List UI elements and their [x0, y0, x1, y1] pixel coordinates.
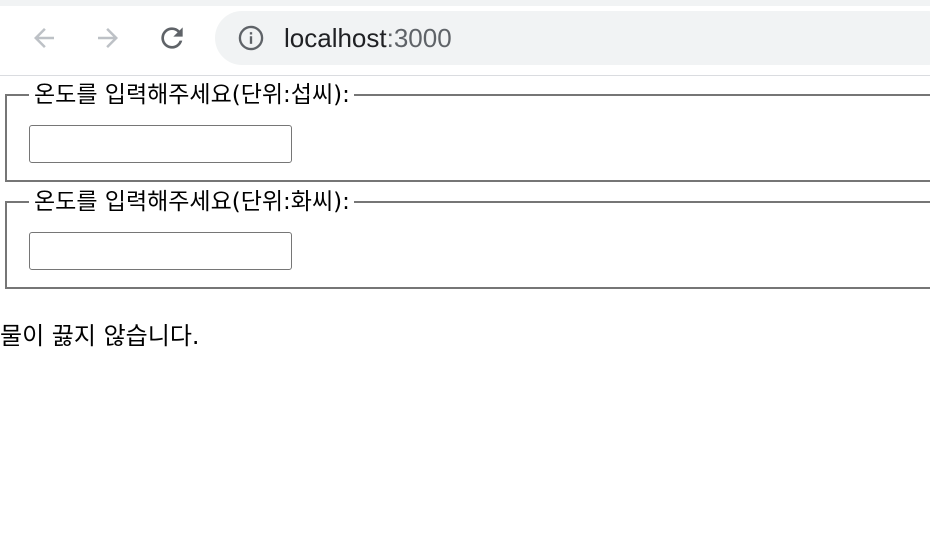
boiling-verdict: 물이 끓지 않습니다.: [0, 322, 200, 350]
address-bar[interactable]: localhost:3000: [215, 11, 930, 65]
tab-strip-edge: [0, 0, 930, 6]
fahrenheit-input[interactable]: [29, 232, 292, 270]
url-host: localhost: [284, 23, 387, 53]
forward-arrow-icon: [98, 28, 118, 48]
url-text: localhost:3000: [284, 23, 452, 53]
browser-toolbar: localhost:3000: [0, 0, 930, 76]
fahrenheit-fieldset: 온도를 입력해주세요(단위:화씨):: [5, 189, 930, 289]
celsius-input[interactable]: [29, 125, 292, 163]
fahrenheit-legend: 온도를 입력해주세요(단위:화씨):: [29, 189, 354, 215]
reload-button[interactable]: [154, 20, 190, 56]
celsius-legend: 온도를 입력해주세요(단위:섭씨):: [29, 82, 354, 108]
url-port: :3000: [386, 23, 452, 53]
back-button[interactable]: [26, 20, 62, 56]
forward-button[interactable]: [90, 20, 126, 56]
info-icon[interactable]: [237, 24, 265, 52]
back-arrow-icon: [34, 28, 54, 48]
celsius-fieldset: 온도를 입력해주세요(단위:섭씨):: [5, 82, 930, 182]
reload-icon: [161, 27, 183, 49]
